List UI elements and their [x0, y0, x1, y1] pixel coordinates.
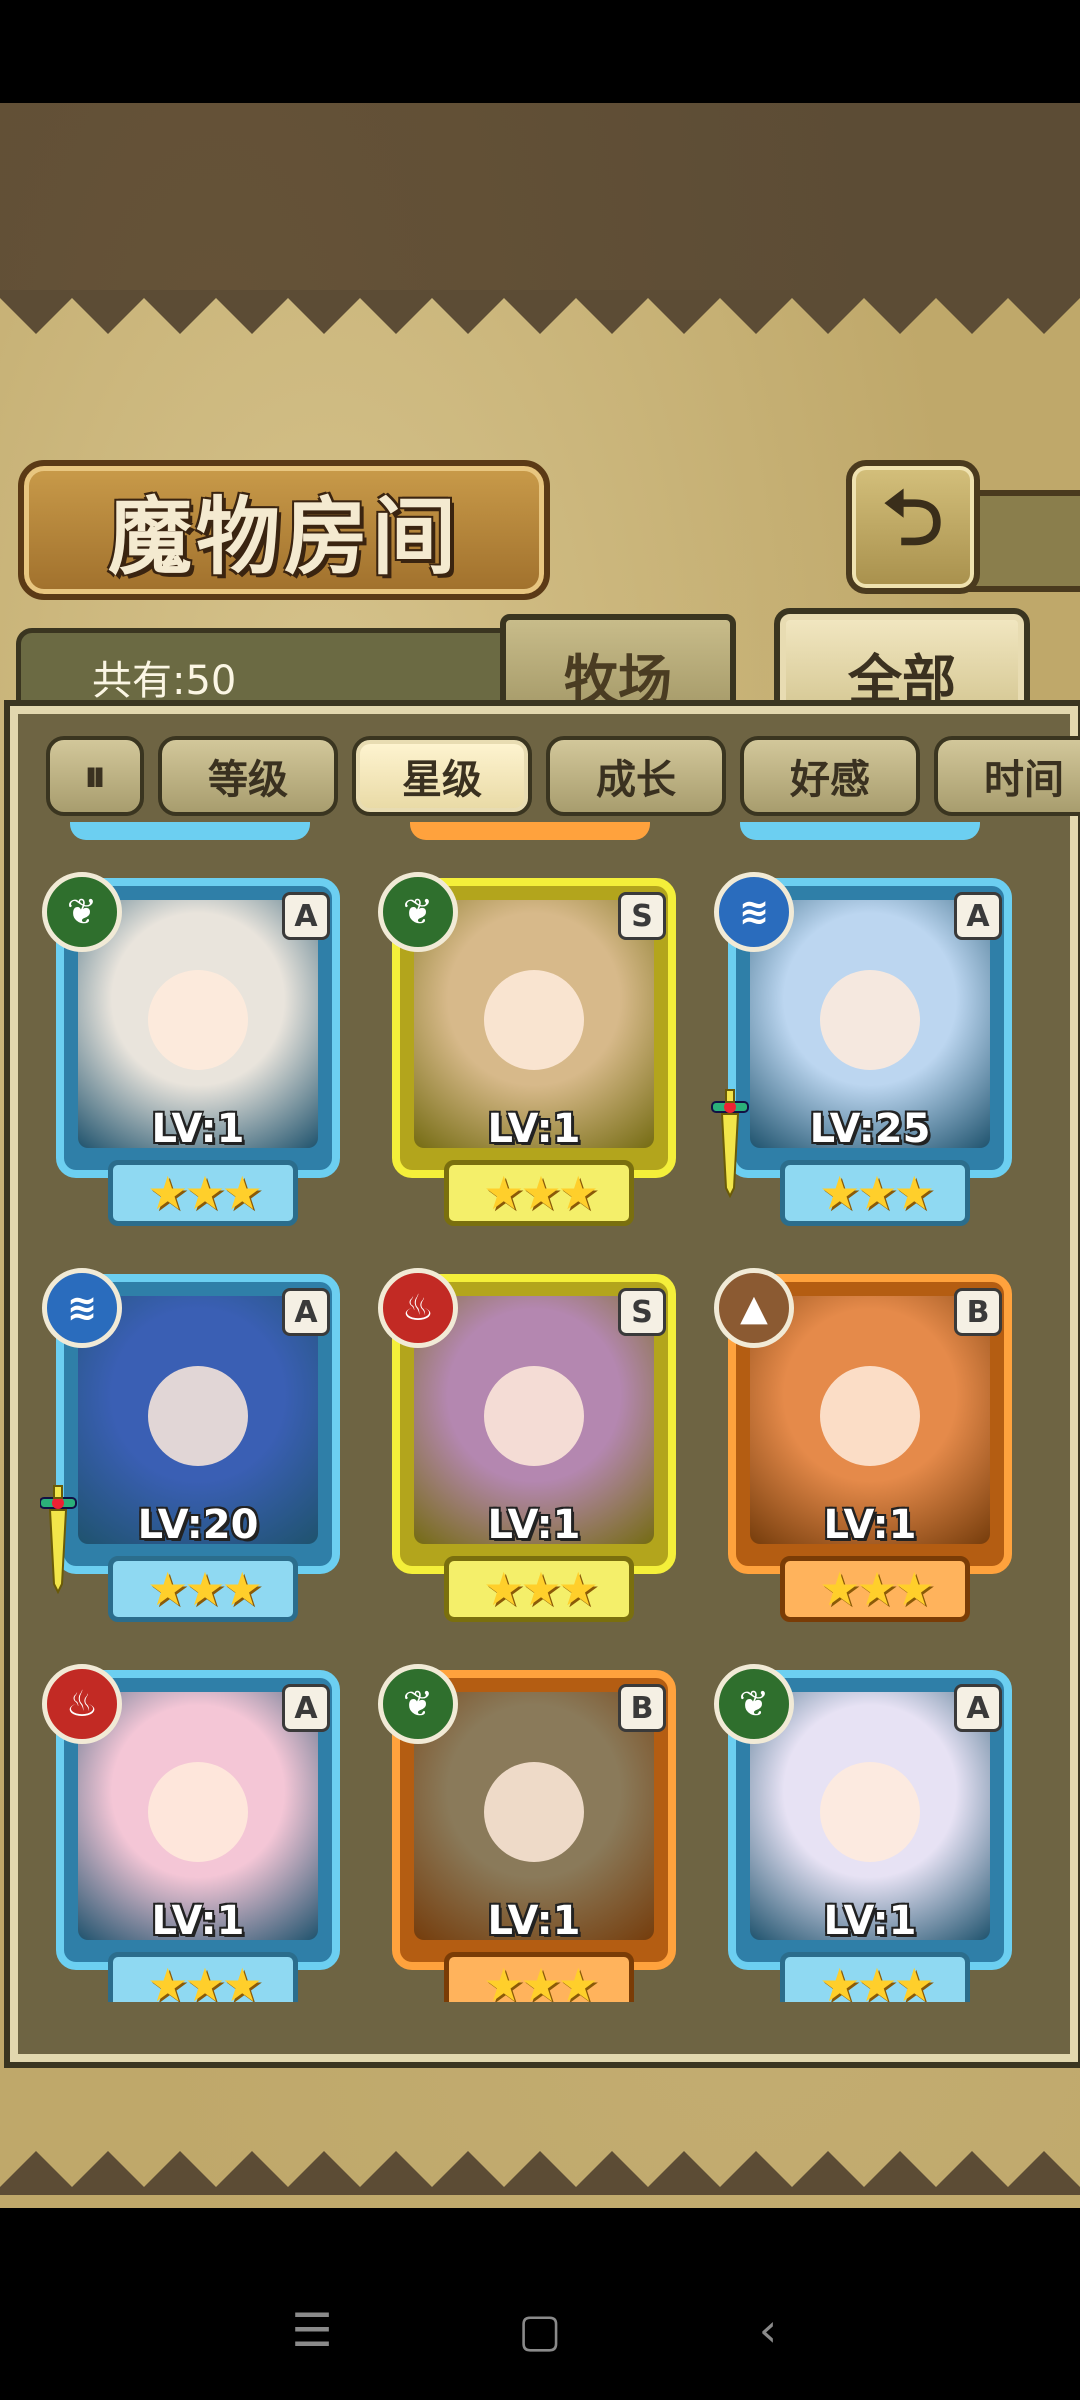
monster-card[interactable]: A ≋ LV:25 ★★★: [711, 872, 1020, 1228]
monster-level: LV:1: [823, 1898, 917, 1944]
monster-count: 共有:50: [92, 658, 237, 704]
rank-badge: A: [954, 892, 1002, 940]
sort-order-icon: ⏸: [84, 750, 106, 802]
monster-card[interactable]: A ≋ LV:20 ★★★: [40, 1268, 348, 1624]
fire-icon: ♨: [42, 1664, 122, 1744]
monster-grid[interactable]: A ❦ LV:1 ★★★ S ❦ LV:1 ★★★ A ≋ LV:25 ★★★ A ≋ LV:20 ★★★ S ♨…: [40, 822, 1040, 2002]
star-icons: ★★★: [819, 1958, 935, 2002]
sort-growth-button[interactable]: 成长: [546, 736, 726, 816]
monster-face: [820, 970, 920, 1070]
star-rating: ★★★: [780, 1952, 970, 2002]
rank-badge: A: [282, 1684, 330, 1732]
star-rating: ★★★: [108, 1952, 298, 2002]
peek-card-3: [740, 822, 980, 840]
monster-card[interactable]: S ❦ LV:1 ★★★: [378, 872, 684, 1228]
zigzag-border-bottom: [0, 2151, 1080, 2195]
monster-level: LV:1: [487, 1898, 581, 1944]
rank-badge: S: [618, 1288, 666, 1336]
star-icons: ★★★: [483, 1562, 599, 1616]
star-icons: ★★★: [483, 1958, 599, 2002]
home-icon[interactable]: ▢: [510, 2300, 570, 2360]
sort-affection-button[interactable]: 好感: [740, 736, 920, 816]
sort-order-toggle[interactable]: ⏸: [46, 736, 144, 816]
rank-badge: B: [954, 1288, 1002, 1336]
zigzag-border-top: [0, 290, 1080, 334]
monster-card[interactable]: A ❦ LV:1 ★★★: [42, 872, 348, 1228]
star-icons: ★★★: [147, 1958, 263, 2002]
sort-time-label: 时间: [984, 756, 1064, 803]
monster-card[interactable]: A ♨ LV:1 ★★★: [42, 1664, 348, 2002]
rank-badge: A: [282, 892, 330, 940]
monster-level: LV:1: [487, 1106, 581, 1152]
rank-badge: A: [282, 1288, 330, 1336]
back-button[interactable]: ⮌: [846, 460, 980, 594]
rank-badge: B: [618, 1684, 666, 1732]
grass-icon: ❦: [378, 872, 458, 952]
star-icons: ★★★: [147, 1562, 263, 1616]
monster-face: [484, 970, 584, 1070]
monster-face: [148, 970, 248, 1070]
star-rating: ★★★: [444, 1556, 634, 1622]
sort-stars-button[interactable]: 星级: [352, 736, 532, 816]
grass-icon: ❦: [714, 1664, 794, 1744]
monster-level: LV:1: [151, 1898, 245, 1944]
rank-badge: A: [954, 1684, 1002, 1732]
star-rating: ★★★: [444, 1160, 634, 1226]
monster-face: [484, 1762, 584, 1862]
water-icon: ≋: [42, 1268, 122, 1348]
tab-all-label: 全部: [848, 647, 956, 712]
monster-card[interactable]: S ♨ LV:1 ★★★: [378, 1268, 684, 1624]
grass-icon: ❦: [378, 1664, 458, 1744]
earth-icon: ▲: [714, 1268, 794, 1348]
sort-affection-label: 好感: [790, 756, 870, 803]
peek-card-1: [70, 822, 310, 840]
back-icon[interactable]: ‹: [738, 2300, 798, 2360]
status-bar: [0, 0, 1080, 103]
sort-filter-bar: ⏸ 等级 星级 成长 好感 时间: [46, 736, 1080, 816]
monster-level: LV:20: [137, 1502, 259, 1548]
page-title: 魔物房间: [107, 486, 460, 586]
equipped-sword-icon: [40, 1485, 77, 1594]
title-plaque: 魔物房间: [18, 460, 550, 600]
monster-face: [820, 1762, 920, 1862]
sort-growth-label: 成长: [596, 756, 676, 803]
menu-icon[interactable]: ☰: [282, 2300, 342, 2360]
star-rating: ★★★: [108, 1556, 298, 1622]
star-rating: ★★★: [780, 1160, 970, 1226]
previous-row-peek: [40, 822, 1040, 844]
star-rating: ★★★: [780, 1556, 970, 1622]
title-rail: [968, 490, 1080, 592]
star-rating: ★★★: [444, 1952, 634, 2002]
sort-stars-label: 星级: [402, 756, 482, 803]
sort-level-button[interactable]: 等级: [158, 736, 338, 816]
star-icons: ★★★: [483, 1166, 599, 1220]
sort-time-button[interactable]: 时间: [934, 736, 1080, 816]
sort-level-label: 等级: [208, 756, 288, 803]
monster-face: [820, 1366, 920, 1466]
rank-badge: S: [618, 892, 666, 940]
monster-level: LV:1: [487, 1502, 581, 1548]
monster-card[interactable]: B ▲ LV:1 ★★★: [714, 1268, 1020, 1624]
monster-level: LV:1: [151, 1106, 245, 1152]
monster-card[interactable]: B ❦ LV:1 ★★★: [378, 1664, 684, 2002]
monster-card[interactable]: A ❦ LV:1 ★★★: [714, 1664, 1020, 2002]
monster-level: LV:25: [809, 1106, 931, 1152]
peek-card-2: [410, 822, 650, 840]
star-rating: ★★★: [108, 1160, 298, 1226]
monster-face: [148, 1762, 248, 1862]
monster-level: LV:1: [823, 1502, 917, 1548]
tab-ranch-label: 牧场: [564, 647, 672, 712]
star-icons: ★★★: [819, 1562, 935, 1616]
water-icon: ≋: [714, 872, 794, 952]
return-icon: ⮌: [882, 472, 944, 562]
star-icons: ★★★: [819, 1166, 935, 1220]
monster-face: [484, 1366, 584, 1466]
equipped-sword-icon: [711, 1089, 749, 1198]
star-icons: ★★★: [147, 1166, 263, 1220]
fire-icon: ♨: [378, 1268, 458, 1348]
monster-face: [148, 1366, 248, 1466]
grass-icon: ❦: [42, 872, 122, 952]
